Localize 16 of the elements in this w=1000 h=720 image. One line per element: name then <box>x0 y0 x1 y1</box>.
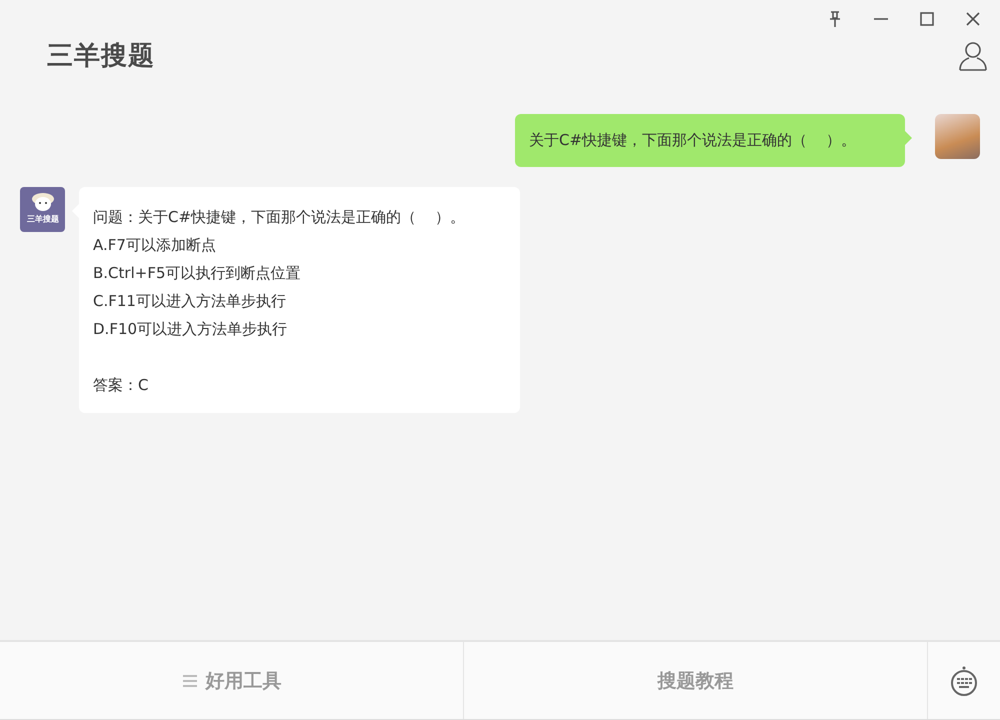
maximize-icon[interactable] <box>918 10 936 28</box>
option-text: D.F10可以进入方法单步执行 <box>93 319 288 340</box>
menu-icon <box>182 674 198 688</box>
question-text: 问题：关于C#快捷键，下面那个说法是正确的（ ）。 <box>93 207 466 228</box>
avatar-label: 三羊搜题 <box>26 215 58 225</box>
close-icon[interactable] <box>964 10 982 28</box>
app-title: 三羊搜题 <box>47 40 155 73</box>
answer-text: 答案：C <box>93 375 150 396</box>
option-text: C.F11可以进入方法单步执行 <box>93 291 287 312</box>
option-text: A.F7可以添加断点 <box>93 235 217 256</box>
keyboard-icon[interactable] <box>949 664 979 698</box>
option-text: B.Ctrl+F5可以执行到断点位置 <box>93 263 302 284</box>
message-bubble: 关于C#快捷键，下面那个说法是正确的（ ）。 <box>515 114 905 167</box>
user-icon[interactable] <box>958 40 988 72</box>
avatar-photo <box>935 114 980 159</box>
bubble-tail <box>905 131 912 145</box>
